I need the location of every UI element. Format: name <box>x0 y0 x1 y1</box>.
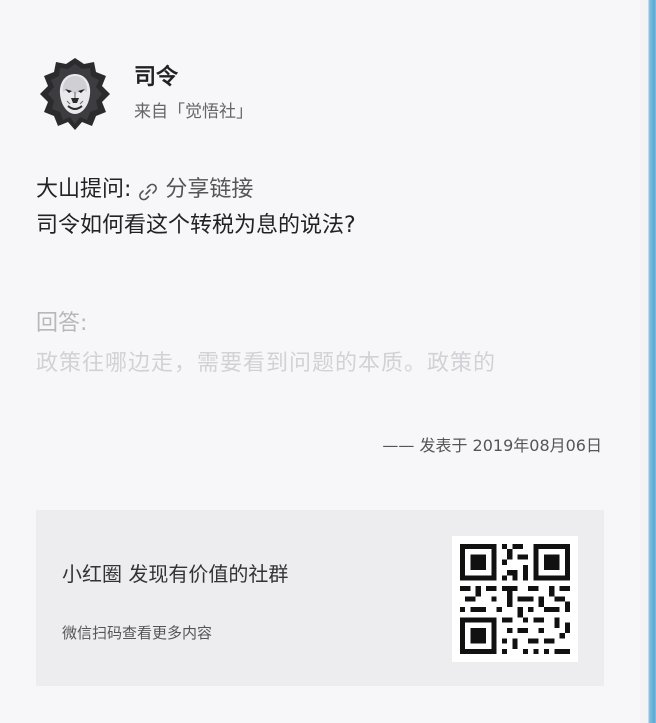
promo-banner: 小红圈 发现有价值的社群 微信扫码查看更多内容 <box>36 510 604 686</box>
author-info: 司令 来自「觉悟社」 <box>134 63 253 123</box>
author-source: 来自「觉悟社」 <box>134 102 253 122</box>
qr-code-icon[interactable] <box>452 536 578 662</box>
share-link[interactable]: 分享链接 <box>137 172 253 208</box>
asker-prefix: 大山提问: <box>36 177 132 202</box>
page: 司令 来自「觉悟社」 大山提问: 分享链接 司令如何看这个转税为息的说法? 回答… <box>0 0 656 723</box>
publish-date: —— 发表于 2019年08月06日 <box>382 436 602 455</box>
author-name[interactable]: 司令 <box>134 63 253 93</box>
post-card: 司令 来自「觉悟社」 大山提问: 分享链接 司令如何看这个转税为息的说法? 回答… <box>0 0 640 723</box>
question-header: 大山提问: 分享链接 <box>36 172 604 208</box>
lion-avatar-icon[interactable] <box>36 54 114 132</box>
post-header: 司令 来自「觉悟社」 <box>36 54 253 132</box>
answer-preview: 政策往哪边走，需要看到问题的本质。政策的 <box>36 351 497 376</box>
promo-title: 小红圈 发现有价值的社群 <box>62 562 289 586</box>
promo-subtitle: 微信扫码查看更多内容 <box>62 624 213 642</box>
link-icon <box>137 179 159 201</box>
answer-block: 回答: 政策往哪边走，需要看到问题的本质。政策的 <box>36 304 604 384</box>
question-text: 司令如何看这个转税为息的说法? <box>36 213 356 238</box>
question-block: 大山提问: 分享链接 司令如何看这个转税为息的说法? <box>36 172 604 244</box>
answer-label: 回答: <box>36 311 88 336</box>
share-link-label: 分享链接 <box>165 177 254 202</box>
window-edge-border <box>640 0 656 723</box>
